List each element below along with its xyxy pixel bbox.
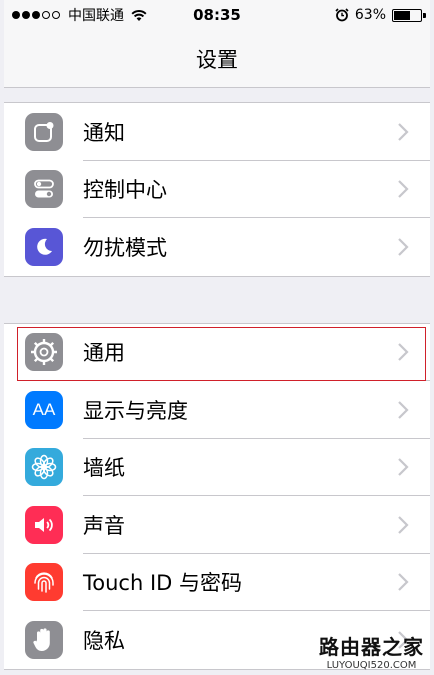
signal-strength-icon <box>12 11 62 19</box>
settings-screen: 中国联通 08:35 63% 设置 通知 控制中心 勿扰模式 通用 AA 显示与… <box>4 0 430 675</box>
chevron-right-icon <box>398 400 409 419</box>
navigation-bar: 设置 <box>4 30 430 88</box>
battery-icon <box>392 8 426 22</box>
settings-row-sounds[interactable]: 声音 <box>4 496 430 554</box>
row-label: 声音 <box>83 513 125 538</box>
fingerprint-icon <box>25 563 63 602</box>
settings-group-2: 通用 AA 显示与亮度 墙纸 声音 Touch ID 与密码 隐私 <box>4 322 430 670</box>
watermark-title: 路由器之家 <box>319 635 424 659</box>
battery-nub <box>423 12 426 18</box>
battery-percent: 63% <box>354 7 386 23</box>
speaker-icon <box>25 505 63 544</box>
display-brightness-icon: AA <box>25 390 63 429</box>
signal-dot <box>22 11 30 19</box>
signal-dot <box>52 11 60 19</box>
wallpaper-flower-icon <box>25 448 63 487</box>
watermark-logo: 路由器之家 LUYOUQI520.COM <box>319 631 424 671</box>
chevron-right-icon <box>398 573 409 592</box>
chevron-right-icon <box>398 237 409 256</box>
chevron-right-icon <box>398 515 409 534</box>
chevron-right-icon <box>398 122 409 141</box>
row-label: 通知 <box>83 120 125 145</box>
row-label: 勿扰模式 <box>83 235 167 260</box>
signal-dot <box>42 11 50 19</box>
control-center-icon <box>25 170 63 209</box>
row-label: 显示与亮度 <box>83 398 188 423</box>
settings-row-wallpaper[interactable]: 墙纸 <box>4 439 430 496</box>
settings-row-touch-id-passcode[interactable]: Touch ID 与密码 <box>4 554 430 611</box>
settings-row-general[interactable]: 通用 <box>4 324 430 381</box>
chevron-right-icon <box>398 343 409 362</box>
wifi-icon <box>131 9 147 21</box>
chevron-right-icon <box>398 458 409 477</box>
settings-row-control-center[interactable]: 控制中心 <box>4 161 430 218</box>
signal-dot <box>32 11 40 19</box>
settings-group-1: 通知 控制中心 勿扰模式 <box>4 102 430 277</box>
hand-icon <box>25 620 63 659</box>
carrier-name: 中国联通 <box>68 8 124 24</box>
status-bar: 中国联通 08:35 63% <box>4 0 430 30</box>
settings-row-display-brightness[interactable]: AA 显示与亮度 <box>4 381 430 439</box>
row-label: 控制中心 <box>83 178 167 203</box>
row-label: Touch ID 与密码 <box>83 571 242 596</box>
battery-level-fill <box>394 10 410 20</box>
settings-row-notifications[interactable]: 通知 <box>4 103 430 161</box>
signal-dot <box>12 11 20 19</box>
row-label: 通用 <box>83 341 125 366</box>
settings-row-do-not-disturb[interactable]: 勿扰模式 <box>4 218 430 276</box>
chevron-right-icon <box>398 180 409 199</box>
moon-icon <box>25 227 63 266</box>
row-label: 墙纸 <box>83 456 125 481</box>
gear-icon <box>25 333 63 372</box>
page-title: 设置 <box>196 47 238 72</box>
alarm-clock-icon <box>335 8 349 22</box>
watermark-url: LUYOUQI520.COM <box>326 660 417 671</box>
notifications-icon <box>25 112 63 151</box>
icon-glyph: AA <box>32 399 56 419</box>
status-time: 08:35 <box>193 6 241 24</box>
